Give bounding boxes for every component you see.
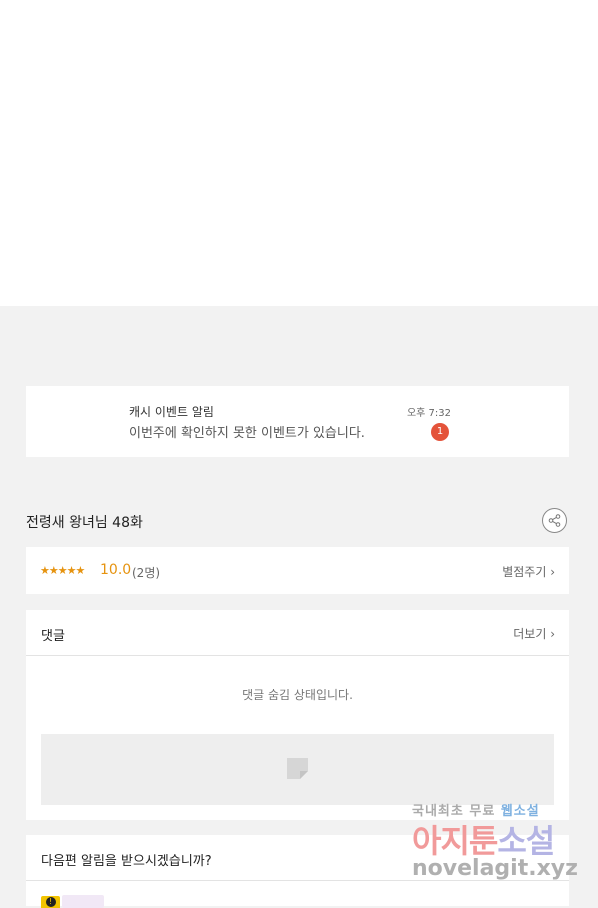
rate-button[interactable]: 별점주기 › — [502, 563, 555, 580]
rating-count: (2명) — [132, 566, 161, 580]
comments-heading: 댓글 — [41, 629, 65, 644]
rating-stars: ★★★★★ — [40, 564, 85, 577]
content-image-area — [0, 0, 598, 306]
notification-title: 캐시 이벤트 알림 — [129, 405, 214, 419]
rating-score: 10.0 — [100, 562, 132, 578]
share-button[interactable] — [542, 508, 567, 533]
notification-badge: 1 — [431, 423, 449, 441]
next-episode-alert-question: 다음편 알림을 받으시겠습니까? — [41, 854, 212, 869]
notification-message: 이번주에 확인하지 못한 이벤트가 있습니다. — [129, 426, 365, 441]
rating-card: ★★★★★ 10.0 (2명) 별점주기 › — [26, 547, 569, 594]
comments-card: 댓글 더보기 › 댓글 숨김 상태입니다. — [26, 610, 569, 820]
share-icon — [548, 514, 561, 527]
cash-event-notification[interactable]: 캐시 이벤트 알림 이번주에 확인하지 못한 이벤트가 있습니다. 오후 7:3… — [26, 386, 569, 457]
divider — [26, 880, 569, 881]
alert-icon: ! — [41, 896, 60, 908]
comments-hidden-message: 댓글 숨김 상태입니다. — [242, 688, 353, 702]
notification-time: 오후 7:32 — [406, 408, 451, 419]
image-placeholder-icon — [287, 758, 308, 779]
next-episode-alert-card: 다음편 알림을 받으시겠습니까? ! — [26, 835, 569, 908]
episode-title: 전령새 왕녀님 48화 — [26, 515, 143, 531]
divider — [26, 655, 569, 656]
comments-more-link[interactable]: 더보기 › — [513, 625, 555, 642]
thumbnail — [62, 895, 104, 908]
